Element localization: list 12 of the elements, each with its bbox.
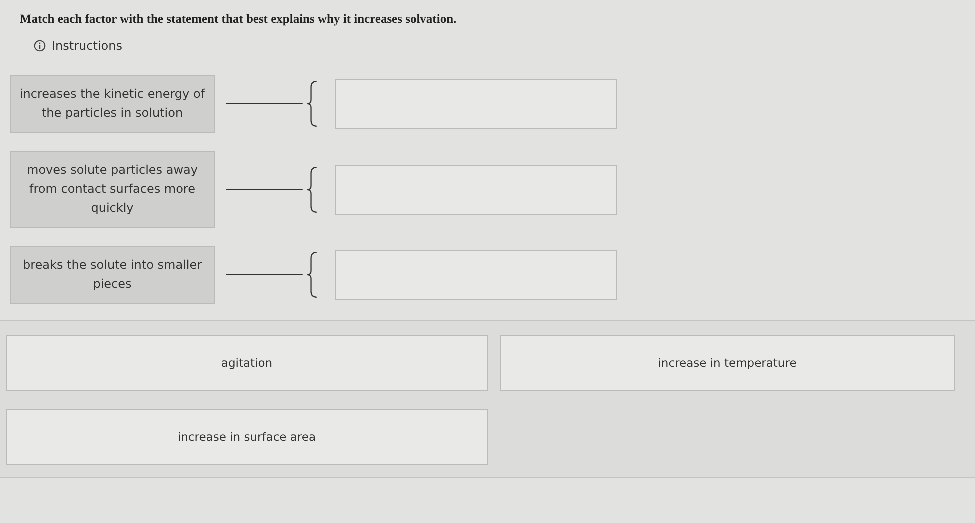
question-text: Match each factor with the statement that best explains why it increases solvation. xyxy=(20,12,458,27)
statement-card: moves solute particles away from contact surfaces more quickly xyxy=(10,151,215,228)
answer-box[interactable] xyxy=(335,250,617,300)
answer-option[interactable]: increase in temperature xyxy=(500,335,955,391)
answer-option[interactable]: agitation xyxy=(6,335,488,391)
instructions-link[interactable]: Instructions xyxy=(52,39,122,53)
statement-card: breaks the solute into smaller pieces xyxy=(10,246,215,304)
answer-option[interactable]: increase in surface area xyxy=(6,409,488,465)
statement-card: increases the kinetic energy of the particles in solution xyxy=(10,75,215,133)
info-icon xyxy=(34,40,46,52)
answer-box[interactable] xyxy=(335,164,617,214)
answer-box[interactable] xyxy=(335,79,617,129)
